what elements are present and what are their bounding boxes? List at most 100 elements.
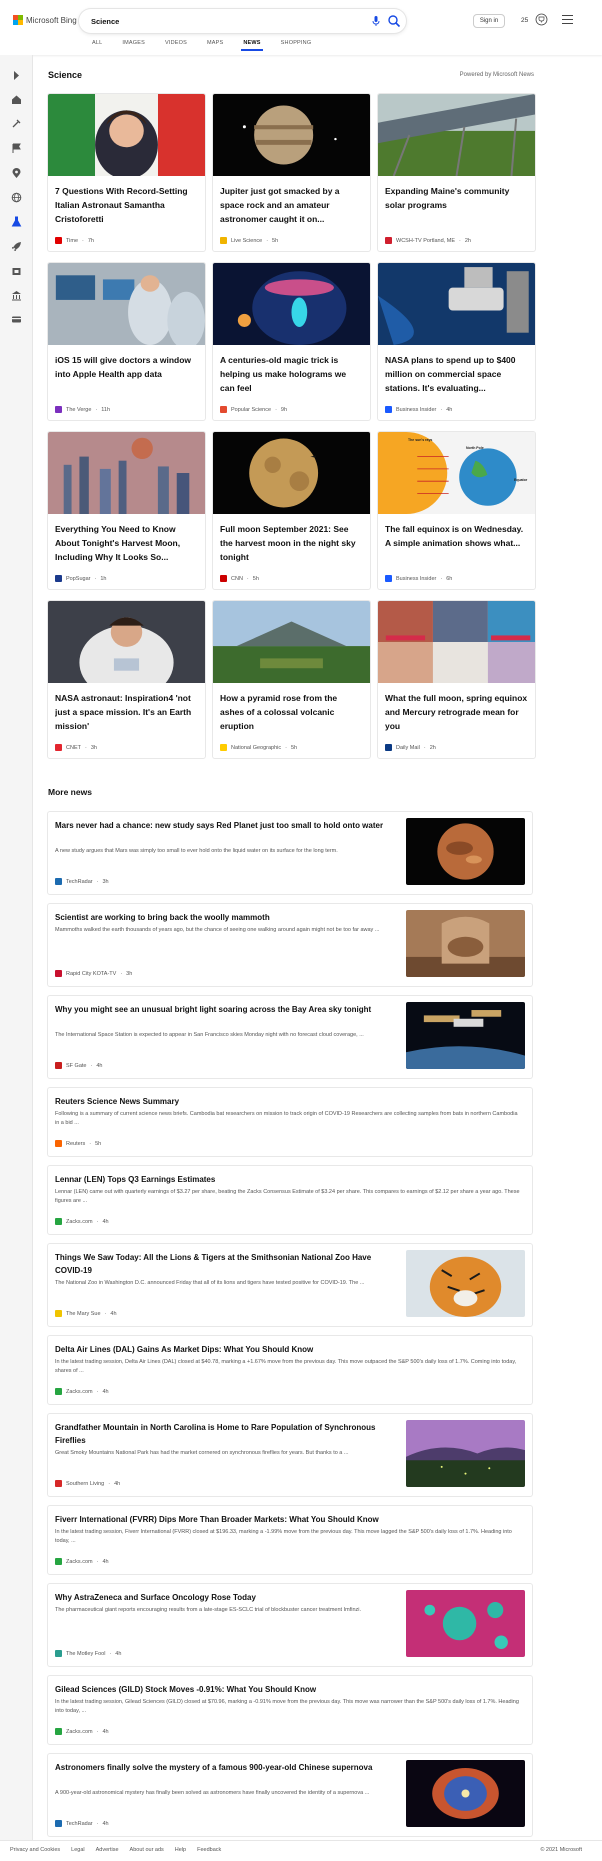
expand-arrow-icon[interactable] [11,70,22,81]
card-title[interactable]: What the full moon, spring equinox and M… [385,691,528,733]
news-list-item[interactable]: Reuters Science News Summary Following is… [48,1088,532,1156]
rewards-points[interactable]: 25 [521,17,528,24]
item-title[interactable]: Fiverr International (FVRR) Dips More Th… [55,1513,523,1526]
news-list-item[interactable]: Astronomers finally solve the mystery of… [48,1754,532,1836]
card-title[interactable]: NASA plans to spend up to $400 million o… [385,353,528,395]
card-image[interactable] [213,601,370,683]
item-title[interactable]: Mars never had a chance: new study says … [55,819,395,832]
item-thumbnail[interactable] [406,1250,525,1317]
card-image[interactable] [213,263,370,345]
news-list-item[interactable]: Why AstraZeneca and Surface Oncology Ros… [48,1584,532,1666]
card-image[interactable] [48,94,205,180]
tab-all[interactable]: ALL [82,40,112,51]
card-title[interactable]: iOS 15 will give doctors a window into A… [55,353,198,381]
separator-dot: · [82,237,84,244]
footer-link[interactable]: Privacy and Cookies [10,1847,60,1853]
item-title[interactable]: Things We Saw Today: All the Lions & Tig… [55,1251,395,1277]
bing-logo[interactable]: Microsoft Bing [13,15,77,25]
news-list-item[interactable]: Lennar (LEN) Tops Q3 Earnings Estimates L… [48,1166,532,1234]
tab-maps[interactable]: MAPS [197,40,233,51]
flask-icon[interactable] [11,216,22,227]
tab-news[interactable]: NEWS [233,40,270,51]
microphone-icon[interactable] [370,15,382,27]
tab-shopping[interactable]: SHOPPING [271,40,322,51]
news-list-item[interactable]: Gilead Sciences (GILD) Stock Moves -0.91… [48,1676,532,1744]
globe-icon[interactable] [11,192,22,203]
item-title[interactable]: Delta Air Lines (DAL) Gains As Market Di… [55,1343,523,1356]
card-title[interactable]: The fall equinox is on Wednesday. A simp… [385,522,528,550]
footer-link[interactable]: Advertise [96,1847,119,1853]
card-image[interactable]: The sun's rays North Pole Equator [378,432,535,514]
item-title[interactable]: Reuters Science News Summary [55,1095,523,1108]
news-card[interactable]: Expanding Maine's community solar progra… [378,94,535,251]
rewards-trophy-icon[interactable] [535,13,548,26]
sign-in-button[interactable]: Sign in [473,14,505,28]
item-thumbnail[interactable] [406,1002,525,1069]
card-title[interactable]: 7 Questions With Record-Setting Italian … [55,184,198,226]
card-icon[interactable] [11,314,22,325]
footer-link[interactable]: Help [175,1847,186,1853]
item-title[interactable]: Gilead Sciences (GILD) Stock Moves -0.91… [55,1683,523,1696]
home-icon[interactable] [11,94,22,105]
card-title[interactable]: Expanding Maine's community solar progra… [385,184,528,212]
card-title[interactable]: Everything You Need to Know About Tonigh… [55,522,198,564]
item-title[interactable]: Lennar (LEN) Tops Q3 Earnings Estimates [55,1173,523,1186]
bank-icon[interactable] [11,290,22,301]
news-card[interactable]: NASA plans to spend up to $400 million o… [378,263,535,420]
location-pin-icon[interactable] [11,168,22,179]
rocket-icon[interactable] [11,241,22,252]
news-card[interactable]: A centuries-old magic trick is helping u… [213,263,370,420]
tab-images[interactable]: IMAGES [112,40,155,51]
tab-videos[interactable]: VIDEOS [155,40,197,51]
footer-link[interactable]: About our ads [130,1847,164,1853]
news-list-item[interactable]: Why you might see an unusual bright ligh… [48,996,532,1078]
card-image[interactable] [378,94,535,177]
news-card[interactable]: 7 Questions With Record-Setting Italian … [48,94,205,251]
film-icon[interactable] [11,266,22,277]
footer-link[interactable]: Legal [71,1847,84,1853]
card-image[interactable] [48,432,205,514]
item-title[interactable]: Why you might see an unusual bright ligh… [55,1003,395,1016]
card-title[interactable]: NASA astronaut: Inspiration4 'not just a… [55,691,198,733]
search-icon[interactable] [387,14,401,28]
item-thumbnail[interactable] [406,1590,525,1657]
flag-icon[interactable] [11,143,22,154]
news-card[interactable]: Jupiter just got smacked by a space rock… [213,94,370,251]
item-title[interactable]: Why AstraZeneca and Surface Oncology Ros… [55,1591,395,1604]
card-image[interactable] [48,263,205,350]
news-list-item[interactable]: Delta Air Lines (DAL) Gains As Market Di… [48,1336,532,1404]
news-list-item[interactable]: Scientist are working to bring back the … [48,904,532,986]
news-card[interactable]: How a pyramid rose from the ashes of a c… [213,601,370,758]
card-image[interactable] [48,601,205,700]
item-thumbnail[interactable] [406,1420,525,1487]
card-title[interactable]: Jupiter just got smacked by a space rock… [220,184,363,226]
news-list-item[interactable]: Grandfather Mountain in North Carolina i… [48,1414,532,1496]
tools-icon[interactable] [11,118,22,129]
news-card[interactable]: Everything You Need to Know About Tonigh… [48,432,205,589]
news-list-item[interactable]: Things We Saw Today: All the Lions & Tig… [48,1244,532,1326]
news-card[interactable]: Full moon September 2021: See the harves… [213,432,370,589]
footer-link[interactable]: Feedback [197,1847,221,1853]
card-title[interactable]: A centuries-old magic trick is helping u… [220,353,363,395]
news-card[interactable]: NASA astronaut: Inspiration4 'not just a… [48,601,205,758]
news-list-item[interactable]: Mars never had a chance: new study says … [48,812,532,894]
item-thumbnail[interactable] [406,818,525,885]
card-image[interactable] [213,432,370,514]
item-thumbnail[interactable] [406,1760,525,1827]
news-card[interactable]: iOS 15 will give doctors a window into A… [48,263,205,420]
search-box[interactable]: Science [79,9,406,33]
card-image[interactable] [378,601,535,683]
card-title[interactable]: How a pyramid rose from the ashes of a c… [220,691,363,733]
item-title[interactable]: Grandfather Mountain in North Carolina i… [55,1421,395,1447]
item-thumbnail[interactable] [406,910,525,977]
item-title[interactable]: Scientist are working to bring back the … [55,911,395,924]
card-image[interactable] [213,94,370,176]
news-list-item[interactable]: Fiverr International (FVRR) Dips More Th… [48,1506,532,1574]
news-card[interactable]: The sun's rays North Pole Equator The fall … [378,432,535,589]
card-title[interactable]: Full moon September 2021: See the harves… [220,522,363,564]
item-title[interactable]: Astronomers finally solve the mystery of… [55,1761,395,1774]
hamburger-menu-icon[interactable] [562,15,573,24]
card-image[interactable] [378,263,535,345]
news-card[interactable]: What the full moon, spring equinox and M… [378,601,535,758]
search-input[interactable]: Science [91,17,119,26]
